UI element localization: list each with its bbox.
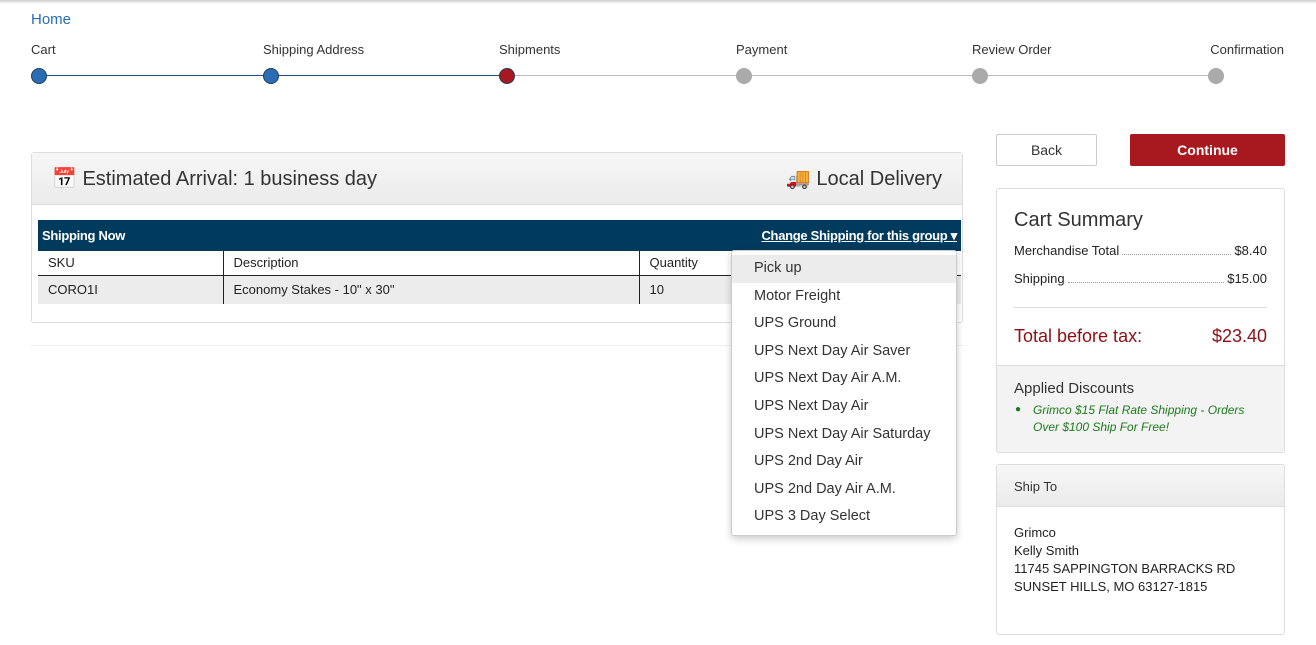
applied-discounts: Applied Discounts ● Grimco $15 Flat Rate … [997, 365, 1284, 452]
change-shipping-link[interactable]: Change Shipping for this group ▾ [761, 228, 957, 244]
col-description: Description [222, 251, 639, 276]
step-dot [972, 68, 988, 84]
step-dot [31, 68, 47, 84]
cart-summary-title: Cart Summary [1014, 209, 1143, 231]
progress-line [507, 75, 744, 76]
ship-to-panel: Ship To Grimco Kelly Smith 11745 SAPPINGTO… [996, 464, 1285, 635]
discount-text: Grimco $15 Flat Rate Shipping - Orders O… [1033, 403, 1245, 434]
shipping-option[interactable]: UPS 2nd Day Air [732, 448, 956, 476]
address-line: Grimco [1014, 525, 1056, 540]
shipping-label: Shipping [1014, 271, 1065, 286]
delivery-method: Local Delivery [816, 168, 942, 190]
shipping-option[interactable]: UPS 2nd Day Air A.M. [732, 476, 956, 504]
checkout-progress: Cart Shipping Address Shipments Payment Revi… [0, 42, 1316, 92]
shipping-option[interactable]: Pick up [732, 255, 956, 283]
divider [1014, 307, 1267, 308]
estimated-arrival: Estimated Arrival: 1 business day [82, 168, 378, 190]
ship-to-address: Grimco Kelly Smith 11745 SAPPINGTON BARRAC… [997, 507, 1284, 613]
calendar-icon: 📅 [52, 168, 77, 190]
shipping-option[interactable]: UPS 3 Day Select [732, 503, 956, 531]
step-label: Confirmation [1210, 42, 1284, 57]
step-label: Shipping Address [263, 42, 365, 57]
step-label: Payment [736, 42, 788, 57]
truck-icon: 🚚 [785, 168, 811, 190]
shipping-option[interactable]: UPS Ground [732, 310, 956, 338]
ship-to-title: Ship To [997, 465, 1284, 507]
merch-value: $8.40 [1234, 243, 1267, 258]
step-dot [263, 68, 279, 84]
merch-label: Merchandise Total [1014, 243, 1120, 258]
shipment-header: 📅 Estimated Arrival: 1 business day 🚚 Lo… [32, 153, 962, 205]
shipping-value: $15.00 [1227, 271, 1267, 286]
step-label: Shipments [499, 42, 561, 57]
address-line: SUNSET HILLS, MO 63127-1815 [1014, 579, 1208, 594]
shipping-option[interactable]: Motor Freight [732, 283, 956, 311]
progress-line [980, 75, 1216, 76]
top-shadow [0, 0, 1316, 4]
discounts-title: Applied Discounts [1014, 380, 1135, 397]
total-label: Total before tax: [1014, 326, 1143, 346]
address-line: 11745 SAPPINGTON BARRACKS RD [1014, 561, 1236, 576]
caret-down-icon: ▾ [950, 227, 958, 243]
shipping-option[interactable]: UPS Next Day Air A.M. [732, 365, 956, 393]
back-button[interactable]: Back [996, 134, 1097, 166]
step-dot [499, 68, 515, 84]
continue-button[interactable]: Continue [1130, 134, 1285, 166]
step-label: Cart [31, 42, 56, 57]
address-line: Kelly Smith [1014, 543, 1080, 558]
tag-icon: ● [1015, 404, 1022, 415]
step-dot [736, 68, 752, 84]
step-label: Review Order [972, 42, 1052, 57]
col-sku: SKU [38, 251, 223, 276]
cart-summary: Cart Summary Merchandise Total $8.40 Ship… [996, 188, 1285, 453]
shipping-method-dropdown[interactable]: Pick up Motor Freight UPS Ground UPS Next D… [731, 250, 957, 536]
shipping-option[interactable]: UPS Next Day Air Saturday [732, 421, 956, 449]
breadcrumb-home[interactable]: Home [31, 11, 71, 28]
progress-line [744, 75, 980, 76]
shipping-option[interactable]: UPS Next Day Air [732, 393, 956, 421]
step-dot [1208, 68, 1224, 84]
progress-line [39, 75, 271, 76]
shipping-option[interactable]: UPS Next Day Air Saver [732, 338, 956, 366]
total-value: $23.40 [1211, 326, 1267, 346]
progress-line [271, 75, 507, 76]
group-title: Shipping Now [42, 228, 126, 243]
